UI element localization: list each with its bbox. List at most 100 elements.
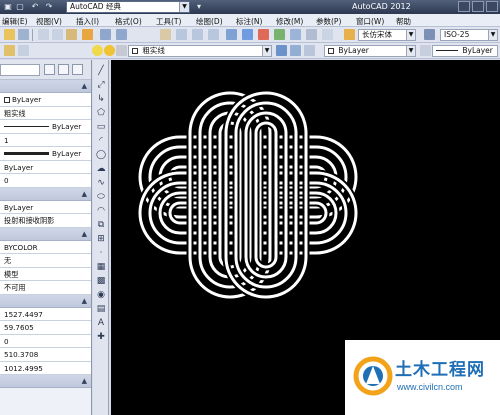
dim-style-icon[interactable] bbox=[424, 29, 435, 40]
ellipse-icon[interactable]: ⬭ bbox=[96, 192, 106, 202]
text-style-icon[interactable] bbox=[344, 29, 355, 40]
workspace-dropdown[interactable]: AutoCAD 经典 ▼ bbox=[66, 1, 190, 13]
menu-dimension[interactable]: 标注(N) bbox=[236, 16, 262, 27]
select-objects-button[interactable] bbox=[58, 64, 69, 75]
close-button[interactable] bbox=[486, 1, 498, 12]
design-center-icon[interactable] bbox=[242, 29, 253, 40]
property-lineweight[interactable]: ByLayer bbox=[0, 147, 91, 161]
make-block-icon[interactable]: ⊞ bbox=[96, 234, 106, 244]
rectangle-icon[interactable]: ▭ bbox=[96, 122, 106, 132]
maximize-button[interactable] bbox=[472, 1, 484, 12]
property-center-y[interactable]: 59.7605 bbox=[0, 321, 91, 335]
table-icon[interactable]: ▤ bbox=[96, 304, 106, 314]
property-plot-table-attached[interactable]: 模型 bbox=[0, 267, 91, 281]
markup-icon[interactable] bbox=[290, 29, 301, 40]
menu-tools[interactable]: 工具(T) bbox=[156, 16, 181, 27]
property-material[interactable]: ByLayer bbox=[0, 200, 91, 214]
section-header-view[interactable]: ▲ bbox=[0, 294, 91, 308]
zoom-icon[interactable] bbox=[176, 29, 187, 40]
make-current-icon[interactable] bbox=[276, 45, 287, 56]
layer-previous-icon[interactable] bbox=[290, 45, 301, 56]
menu-view[interactable]: 视图(V) bbox=[36, 16, 62, 27]
menu-insert[interactable]: 插入(I) bbox=[76, 16, 99, 27]
help-icon[interactable] bbox=[322, 29, 333, 40]
redo-icon[interactable]: ↷ bbox=[44, 2, 54, 12]
layer-properties-icon[interactable] bbox=[4, 45, 15, 56]
property-linetype[interactable]: ByLayer bbox=[0, 120, 91, 134]
copy-icon[interactable] bbox=[52, 29, 63, 40]
new-icon[interactable]: ▢ bbox=[15, 2, 25, 12]
quick-select-button[interactable] bbox=[72, 64, 83, 75]
open-icon[interactable] bbox=[4, 29, 15, 40]
property-shadow[interactable]: 投射和接收阴影 bbox=[0, 214, 91, 228]
menu-format[interactable]: 格式(O) bbox=[115, 16, 142, 27]
hatch-icon[interactable]: ▦ bbox=[96, 262, 106, 272]
minimize-button[interactable] bbox=[458, 1, 470, 12]
undo-icon[interactable]: ↶ bbox=[30, 2, 40, 12]
menu-modify[interactable]: 修改(M) bbox=[276, 16, 303, 27]
multiline-text-icon[interactable]: A bbox=[96, 318, 106, 328]
object-type-dropdown[interactable] bbox=[0, 64, 40, 76]
property-plot-style[interactable]: BYCOLOR bbox=[0, 240, 91, 254]
property-layer[interactable]: 粗实线 bbox=[0, 106, 91, 120]
layer-walk-icon[interactable] bbox=[304, 45, 315, 56]
property-plot-style-table[interactable]: 无 bbox=[0, 254, 91, 268]
add-selected-icon[interactable]: ✚ bbox=[96, 332, 106, 342]
match-prop-icon[interactable] bbox=[82, 29, 93, 40]
section-header-misc[interactable]: ▲ bbox=[0, 375, 91, 388]
construction-line-icon[interactable]: ⤢ bbox=[96, 80, 106, 90]
section-header-3d-visualization[interactable]: ▲ bbox=[0, 187, 91, 201]
spline-icon[interactable]: ∿ bbox=[96, 178, 106, 188]
revision-cloud-icon[interactable]: ☁ bbox=[96, 164, 106, 174]
section-header-plot-style[interactable]: ▲ bbox=[0, 227, 91, 241]
menu-window[interactable]: 窗口(W) bbox=[356, 16, 384, 27]
property-color[interactable]: ByLayer bbox=[0, 93, 91, 107]
property-plot-table-type[interactable]: 不可用 bbox=[0, 281, 91, 295]
toggle-pickadd-button[interactable] bbox=[44, 64, 55, 75]
polyline-icon[interactable]: ↳ bbox=[96, 94, 106, 104]
text-style-dropdown[interactable]: 长仿宋体 ▼ bbox=[358, 29, 416, 41]
menu-parametric[interactable]: 参数(P) bbox=[316, 16, 341, 27]
menu-help[interactable]: 帮助 bbox=[396, 16, 411, 27]
property-center-z[interactable]: 0 bbox=[0, 334, 91, 348]
tool-palettes-icon[interactable] bbox=[258, 29, 269, 40]
chevron-down-icon[interactable]: ▾ bbox=[194, 2, 204, 12]
menu-edit[interactable]: 编辑(E) bbox=[2, 16, 28, 27]
property-thickness[interactable]: 0 bbox=[0, 174, 91, 188]
layer-dropdown[interactable]: 粗实线 ▼ bbox=[128, 45, 272, 57]
paste-icon[interactable] bbox=[66, 29, 77, 40]
property-width[interactable]: 1012.4995 bbox=[0, 361, 91, 375]
calculator-icon[interactable] bbox=[306, 29, 317, 40]
ellipse-arc-icon[interactable]: ◠ bbox=[96, 206, 106, 216]
properties-icon[interactable] bbox=[226, 29, 237, 40]
arc-icon[interactable]: ◜ bbox=[96, 136, 106, 146]
menu-draw[interactable]: 绘图(D) bbox=[196, 16, 223, 27]
polygon-icon[interactable]: ⬠ bbox=[96, 108, 106, 118]
section-header-general[interactable]: ▲ bbox=[0, 80, 91, 93]
cut-icon[interactable] bbox=[38, 29, 49, 40]
sheet-set-icon[interactable] bbox=[274, 29, 285, 40]
circle-icon[interactable]: ◯ bbox=[96, 150, 106, 160]
property-height[interactable]: 510.3708 bbox=[0, 348, 91, 362]
linetype-icon[interactable] bbox=[420, 45, 431, 56]
insert-block-icon[interactable]: ⧉ bbox=[96, 220, 106, 230]
gradient-icon[interactable]: ▩ bbox=[96, 276, 106, 286]
lock-icon[interactable] bbox=[116, 45, 127, 56]
point-icon[interactable]: · bbox=[96, 248, 106, 258]
linetype-dropdown[interactable]: ByLayer bbox=[432, 45, 498, 57]
dim-style-dropdown[interactable]: ISO-25 ▼ bbox=[440, 29, 498, 41]
property-linetype-scale[interactable]: 1 bbox=[0, 133, 91, 147]
property-center-x[interactable]: 1527.4497 bbox=[0, 307, 91, 321]
zoom-window-icon[interactable] bbox=[192, 29, 203, 40]
lightbulb-icon[interactable] bbox=[92, 45, 103, 56]
region-icon[interactable]: ◉ bbox=[96, 290, 106, 300]
line-icon[interactable]: ╱ bbox=[96, 66, 106, 76]
redo-icon[interactable] bbox=[116, 29, 127, 40]
layer-state-icon[interactable] bbox=[18, 45, 29, 56]
zoom-previous-icon[interactable] bbox=[208, 29, 219, 40]
save-icon[interactable]: ▣ bbox=[3, 2, 13, 12]
property-transparency[interactable]: ByLayer bbox=[0, 160, 91, 174]
print-icon[interactable] bbox=[18, 29, 29, 40]
color-dropdown[interactable]: ByLayer ▼ bbox=[324, 45, 416, 57]
undo-icon[interactable] bbox=[100, 29, 111, 40]
